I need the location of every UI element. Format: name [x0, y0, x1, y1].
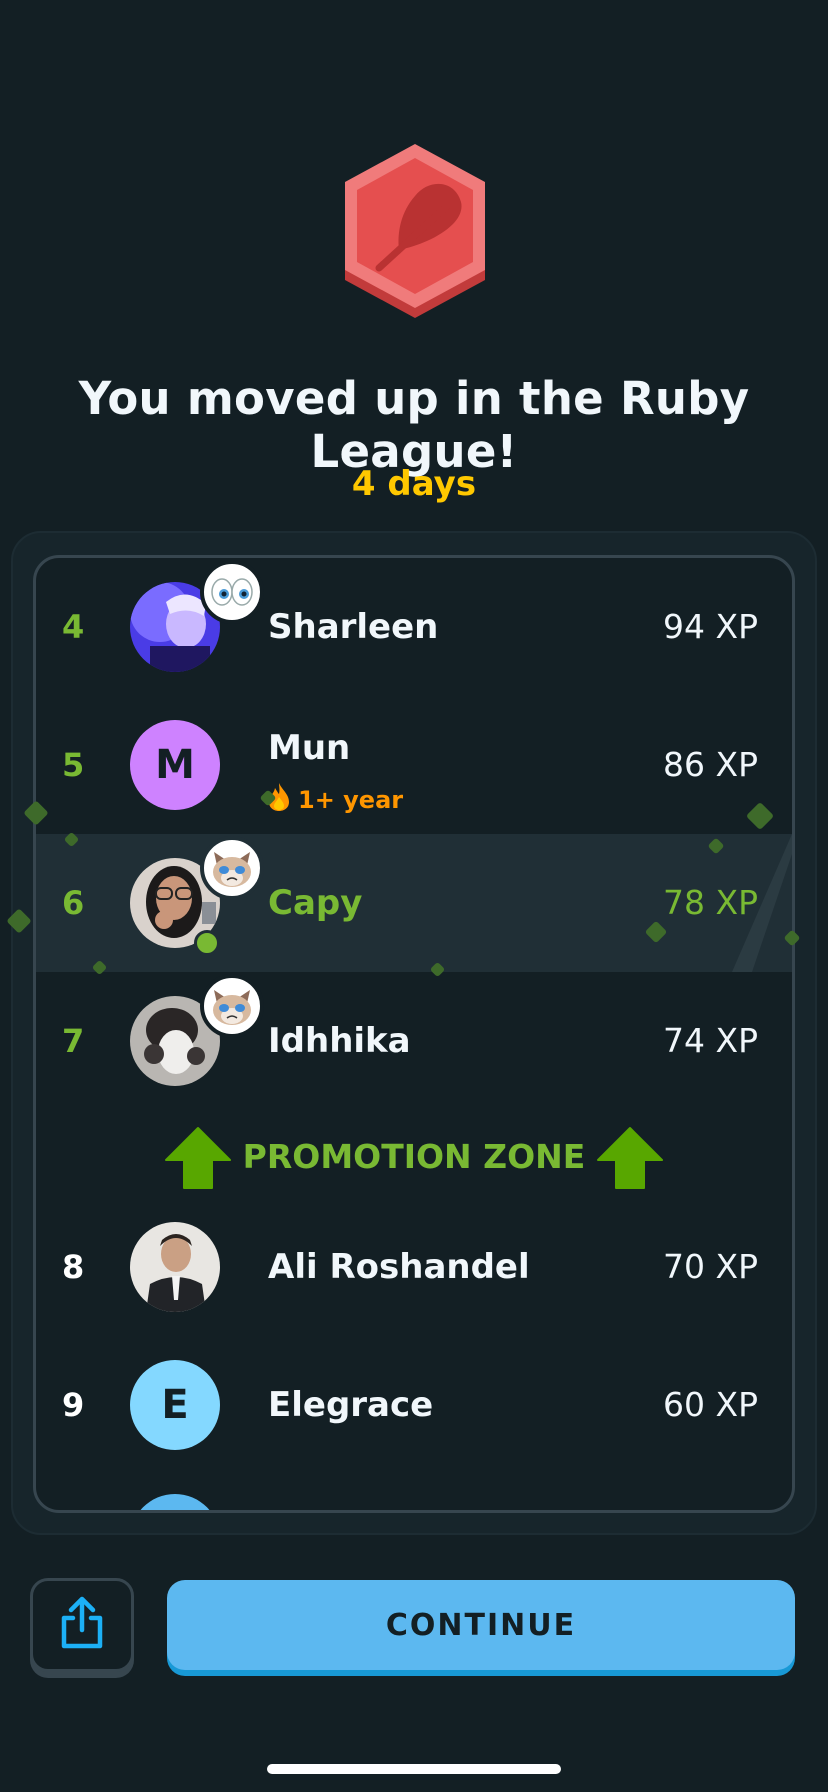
rank-number: 5 [62, 746, 85, 784]
eyes-icon [200, 560, 264, 624]
streak-label: 1+ year [298, 786, 404, 814]
avatar[interactable]: M [130, 720, 220, 810]
up-arrow-icon [597, 1127, 663, 1189]
days-remaining: 4 days [351, 464, 477, 504]
home-indicator[interactable] [267, 1764, 561, 1774]
rank-number: 8 [62, 1248, 85, 1286]
rank-number: 4 [62, 608, 85, 646]
ruby-league-badge-icon [335, 140, 495, 330]
rank-number: 6 [62, 884, 85, 922]
promotion-zone-divider: PROMOTION ZONE [36, 1112, 792, 1202]
online-status-indicator [194, 930, 220, 956]
user-name: Elegrace [268, 1385, 434, 1425]
xp-value: 74 XP [663, 1021, 758, 1060]
user-name: Mun [268, 728, 351, 768]
xp-value: 60 XP [663, 1385, 758, 1424]
leaderboard-row[interactable]: 9 E Elegrace 60 XP [36, 1336, 792, 1474]
user-name: Idhhika [268, 1021, 411, 1061]
page-title: You moved up in the Ruby League! [78, 372, 750, 478]
leaderboard-row[interactable]: 8 Ali Roshandel 70 XP [36, 1198, 792, 1336]
xp-value: 78 XP [663, 883, 758, 922]
leaderboard-row[interactable]: 4 Sharleen 94 XP [36, 558, 792, 696]
xp-value: 94 XP [663, 607, 758, 646]
cat-icon [200, 836, 264, 900]
avatar[interactable] [130, 1222, 220, 1312]
promotion-zone-label: PROMOTION ZONE [242, 1137, 586, 1176]
streak-badge: 1+ year [268, 782, 403, 818]
user-name: Sharleen [268, 607, 439, 647]
xp-value: 70 XP [663, 1247, 758, 1286]
avatar [130, 1494, 220, 1510]
user-name: Ali Roshandel [268, 1247, 530, 1287]
leaderboard-row-current-user[interactable]: 6 Capy 78 XP [36, 834, 792, 972]
leaderboard-row[interactable]: 5 M Mun 1+ year 86 XP [36, 696, 792, 834]
xp-value: 86 XP [663, 745, 758, 784]
share-icon [58, 1596, 106, 1654]
share-button[interactable] [30, 1578, 134, 1672]
avatar[interactable]: E [130, 1360, 220, 1450]
rank-number: 9 [62, 1386, 85, 1424]
rank-number: 7 [62, 1022, 85, 1060]
leaderboard-row[interactable]: 7 Idhhika 74 XP [36, 972, 792, 1110]
continue-button[interactable]: CONTINUE [167, 1580, 795, 1670]
user-name: Capy [268, 883, 363, 923]
leaderboard[interactable]: 4 Sharleen 94 XP 5 M Mun 1+ year 86 XP 6… [33, 555, 795, 1513]
cat-icon [200, 974, 264, 1038]
